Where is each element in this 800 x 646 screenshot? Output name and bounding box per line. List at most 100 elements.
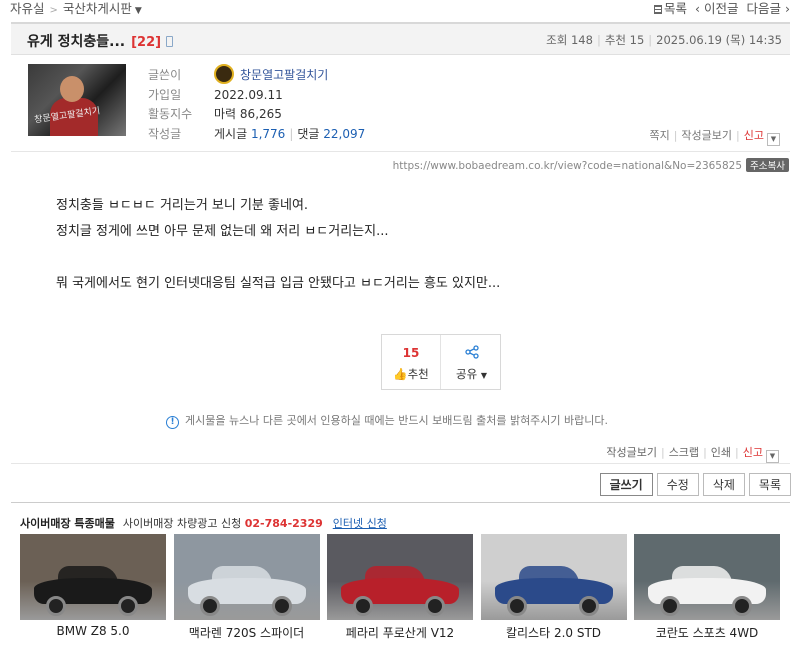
breadcrumb-separator: >	[49, 5, 58, 16]
recommend-label: 추천	[407, 367, 429, 381]
author-nickname[interactable]: 창문열고팔걸치기	[240, 68, 328, 82]
car-wheel	[271, 596, 292, 616]
car-name[interactable]: 칼리스타 2.0 STD	[481, 624, 627, 641]
recommend-count: 추천 15	[604, 33, 645, 47]
car-name[interactable]: 맥라렌 720S 스파이더	[174, 624, 320, 641]
post-header: 유게 정치충들... [22] 조회 148 | 추천 15 | 2025.06.19 (…	[11, 22, 790, 55]
activity-value: 86,265	[239, 107, 282, 121]
car-card[interactable]: 페라리 푸로산게 V12	[327, 534, 473, 641]
recommend-label-wrap: 👍추천	[382, 366, 440, 382]
delete-button[interactable]: 삭제	[702, 473, 745, 496]
next-link[interactable]: 다음글 ›	[747, 1, 791, 16]
source-notice: ! 게시물을 뉴스나 다른 곳에서 인용하실 때에는 반드시 보배드림 출처를 밝…	[166, 412, 608, 429]
avatar-face	[60, 76, 84, 102]
author-info: 글쓴이 창문열고팔걸치기 가입일 2022.09.11 활동지수 마력 86,265 …	[148, 63, 365, 144]
breadcrumb: 자유실 > 국산차게시판 ▼	[10, 0, 142, 17]
comments-value[interactable]: 22,097	[323, 127, 365, 141]
note-link[interactable]: 쪽지	[649, 129, 669, 142]
car-card[interactable]: 칼리스타 2.0 STD	[480, 534, 627, 641]
car-wheel	[353, 596, 373, 616]
list-icon	[653, 5, 662, 14]
share-button[interactable]: 공유 ▼	[442, 335, 501, 389]
edit-button[interactable]: 수정	[656, 473, 699, 496]
car-name[interactable]: BMW Z8 5.0	[20, 624, 166, 638]
share-label: 공유	[456, 367, 478, 381]
post-url-line: https://www.bobaedream.co.kr/view?code=n…	[393, 158, 789, 172]
car-image[interactable]	[327, 534, 473, 620]
car-wheel	[425, 596, 445, 616]
list-link[interactable]: 목록	[653, 1, 687, 16]
author-links: 쪽지 | 작성글보기 | 신고 ▼	[649, 127, 780, 146]
car-wheel	[46, 596, 66, 616]
top-bar: 자유실 > 국산차게시판 ▼ 목록 ‹ 이전글 다음글 ›	[0, 0, 800, 18]
car-card[interactable]: 코란도 스포츠 4WD	[634, 534, 780, 641]
market-apply-link[interactable]: 인터넷 신청	[333, 517, 387, 530]
car-card[interactable]: 맥라렌 720S 스파이더	[173, 534, 320, 641]
mobile-icon	[166, 36, 174, 47]
content-line: 뭐 국게에서도 현기 인터넷대응팀 실적급 입금 안됐다고 ㅂㄷ거리는 흥도 있…	[56, 276, 501, 291]
car-image[interactable]	[480, 534, 627, 620]
car-wheel	[506, 596, 527, 616]
car-wheel	[578, 596, 599, 616]
list-button[interactable]: 목록	[748, 473, 791, 496]
activity-label: 활동지수	[148, 107, 193, 121]
report-link[interactable]: 신고	[743, 446, 763, 459]
market-header: 사이버매장 특종매물 사이버매장 차량광고 신청 02-784-2329 인터넷 신…	[20, 515, 387, 531]
recommend-number: 15	[402, 346, 420, 360]
posts-value[interactable]: 1,776	[251, 127, 285, 141]
car-image[interactable]	[634, 534, 780, 620]
view-posts-link[interactable]: 작성글보기	[606, 446, 657, 459]
car-wheel	[660, 596, 680, 616]
scrap-link[interactable]: 스크랩	[669, 446, 699, 459]
view-posts-link[interactable]: 작성글보기	[681, 129, 732, 142]
comment-count[interactable]: [22]	[131, 35, 161, 50]
market-phone: 02-784-2329	[244, 517, 323, 530]
joined-label: 가입일	[148, 87, 182, 102]
copy-url-button[interactable]: 주소복사	[746, 158, 789, 172]
car-name[interactable]: 코란도 스포츠 4WD	[634, 624, 780, 641]
divider: |	[735, 446, 739, 459]
car-name[interactable]: 페라리 푸로산게 V12	[327, 624, 473, 641]
market-title: 사이버매장 특종매물	[20, 517, 115, 530]
chevron-down-icon[interactable]: ▼	[135, 6, 142, 16]
cyber-market: 사이버매장 특종매물 사이버매장 차량광고 신청 02-784-2329 인터넷 신…	[11, 502, 790, 646]
prev-label: 이전글	[703, 1, 739, 16]
next-label: 다음글	[746, 1, 782, 16]
recommend-button[interactable]: 15 👍추천	[382, 335, 441, 389]
vote-box: 15 👍추천 공유 ▼	[381, 334, 501, 390]
print-link[interactable]: 인쇄	[711, 446, 731, 459]
divider: |	[736, 129, 740, 142]
car-card[interactable]: BMW Z8 5.0	[20, 534, 166, 638]
post-url: https://www.bobaedream.co.kr/view?code=n…	[392, 160, 743, 172]
divider: |	[673, 129, 678, 142]
chevron-down-icon[interactable]: ▼	[766, 450, 779, 463]
divider: |	[660, 446, 665, 459]
action-buttons: 글쓰기 수정 삭제 목록	[596, 473, 791, 496]
market-ad-text: 사이버매장 차량광고 신청	[122, 517, 242, 530]
bottom-links: 작성글보기 | 스크랩 | 인쇄 | 신고 ▼	[606, 444, 779, 463]
post-content: 정치충들 ㅂㄷㅂㄷ 거리는거 보니 기분 좋네여. 정치글 정게에 쓰면 아무 …	[56, 193, 500, 297]
posts-label: 작성글	[148, 126, 182, 141]
posts-type: 게시글	[214, 126, 248, 141]
car-wheel	[199, 596, 220, 616]
car-image[interactable]	[173, 534, 320, 620]
level-badge-icon	[214, 63, 234, 84]
breadcrumb-root[interactable]: 자유실	[10, 1, 45, 16]
report-link[interactable]: 신고	[744, 129, 764, 142]
thumbs-up-icon: 👍	[393, 367, 408, 381]
list-label: 목록	[663, 1, 687, 16]
car-image[interactable]	[20, 534, 166, 620]
car-wheel	[118, 596, 138, 616]
divider: |	[648, 33, 653, 47]
breadcrumb-board[interactable]: 국산차게시판	[63, 1, 132, 16]
avatar[interactable]: 창문열고팔걸치기	[28, 64, 126, 136]
prev-link[interactable]: ‹ 이전글	[695, 1, 739, 16]
share-icon	[465, 345, 479, 359]
notice-text: 게시물을 뉴스나 다른 곳에서 인용하실 때에는 반드시 보배드림 출처를 밝혀…	[185, 414, 609, 427]
chevron-down-icon[interactable]: ▼	[767, 133, 780, 146]
write-button[interactable]: 글쓰기	[599, 473, 653, 496]
post-date: 2025.06.19 (목) 14:35	[656, 33, 782, 47]
writer-label: 글쓴이	[148, 68, 182, 82]
post-stats: 조회 148 | 추천 15 | 2025.06.19 (목) 14:35	[546, 32, 782, 48]
info-icon: !	[166, 416, 179, 429]
